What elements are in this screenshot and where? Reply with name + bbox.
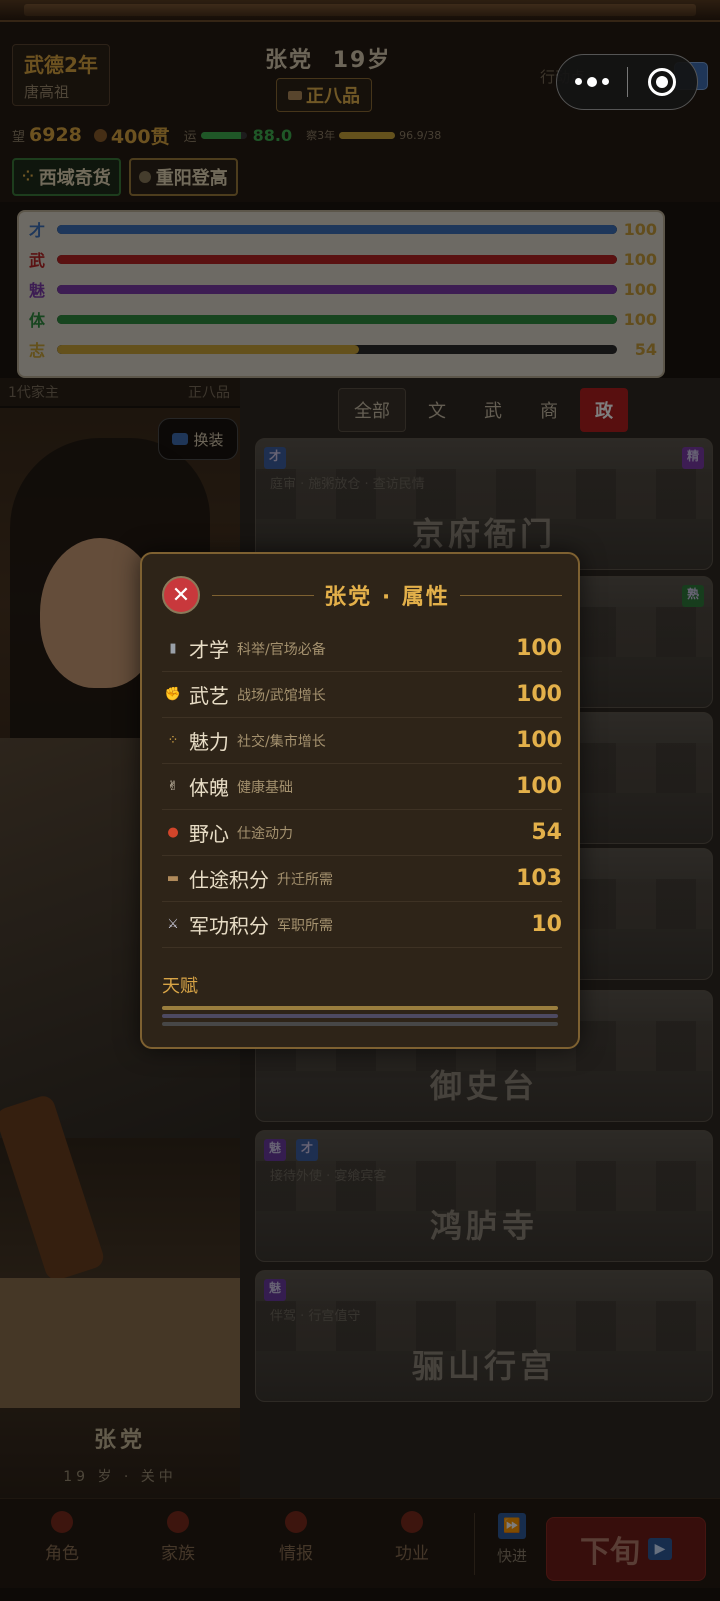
close-miniprogram-icon[interactable] [628,68,698,96]
attribute-desc: 科举/官场必备 [237,641,326,658]
muscle-icon: ✌ [167,779,179,794]
book-icon: ▮ [169,641,177,656]
attribute-detail-row: ▬ 仕途积分 升迁所需 103 [162,856,562,902]
attribute-name: 体魄 [189,776,229,800]
more-icon[interactable] [557,76,627,87]
attribute-name: 才学 [189,638,229,662]
fire-icon: ● [167,825,179,840]
attribute-desc: 仕途动力 [237,825,293,842]
attribute-value: 54 [531,820,562,845]
attribute-name: 武艺 [189,684,229,708]
attribute-value: 100 [516,636,562,661]
attribute-value: 100 [516,728,562,753]
attribute-desc: 升迁所需 [277,871,333,888]
modal-title: 张党 · 属性 [324,585,450,610]
attribute-detail-row: ✊ 武艺 战场/武馆增长 100 [162,672,562,718]
close-icon: ✕ [171,582,191,608]
attribute-name: 野心 [189,822,229,846]
attribute-value: 103 [516,866,562,891]
fist-icon: ✊ [164,687,182,702]
attribute-desc: 健康基础 [237,779,293,796]
attribute-name: 仕途积分 [189,868,269,892]
attribute-detail-row: ● 野心 仕途动力 54 [162,810,562,856]
attribute-detail-row: ✌ 体魄 健康基础 100 [162,764,562,810]
attribute-desc: 社交/集市增长 [237,733,326,750]
attribute-desc: 军职所需 [277,917,333,934]
miniprogram-capsule [556,54,698,110]
header-line-left [212,594,315,596]
talent-divider [162,1014,558,1018]
talent-divider [162,1022,558,1026]
attribute-detail-row: ▮ 才学 科举/官场必备 100 [162,626,562,672]
modal-header: 张党 · 属性 [212,576,562,614]
attribute-value: 100 [516,682,562,707]
hat-icon: ▬ [166,871,180,886]
charm-icon: ⁘ [167,733,179,748]
attribute-detail-row: ⚔ 军功积分 军职所需 10 [162,902,562,948]
close-button[interactable]: ✕ [162,576,200,614]
attribute-modal: ✕ 张党 · 属性 ▮ 才学 科举/官场必备 100 ✊ 武艺 战场/武馆增长 100 ⁘ 魅力社… [140,552,580,1049]
header-line-right [459,594,562,596]
talent-divider [162,1006,558,1010]
attribute-desc: 战场/武馆增长 [237,687,326,704]
attribute-value: 10 [531,912,562,937]
attribute-name: 魅力 [189,730,229,754]
attribute-value: 100 [516,774,562,799]
talent-label: 天赋 [162,976,198,997]
attribute-name: 军功积分 [189,914,269,938]
attribute-detail-row: ⁘ 魅力 社交/集市增长 100 [162,718,562,764]
swords-icon: ⚔ [167,917,179,932]
